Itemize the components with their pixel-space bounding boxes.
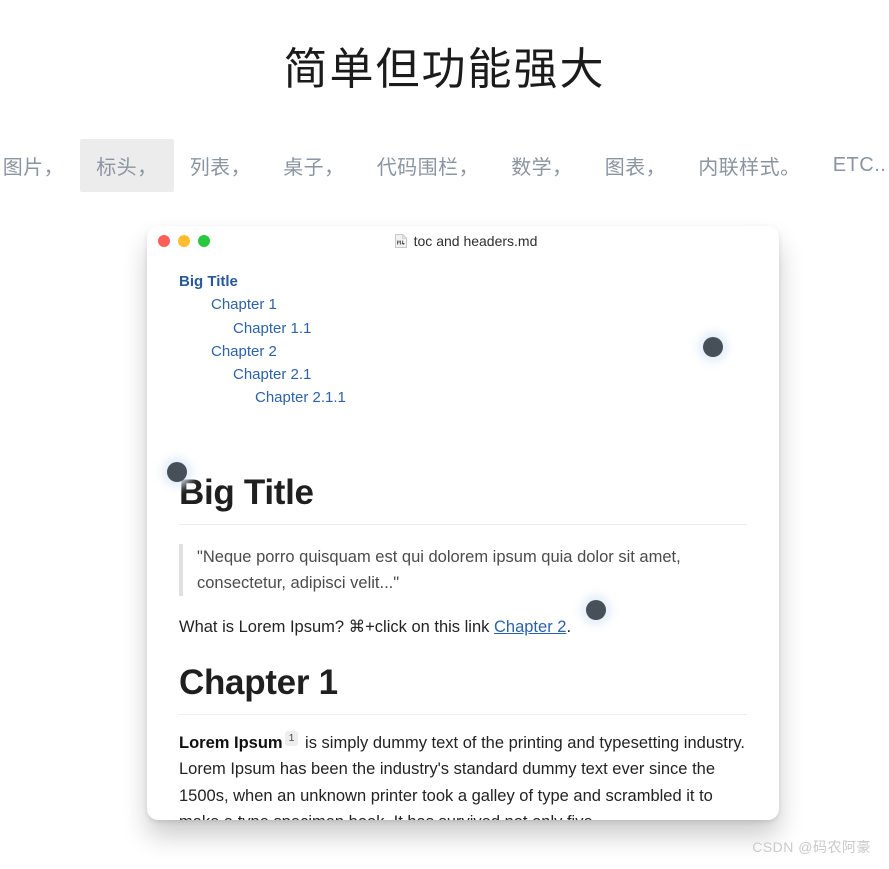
blockquote: "Neque porro quisquam est qui dolorem ip… [179,544,745,597]
toc-link-chapter-2[interactable]: Chapter 2 [179,340,747,363]
document-content: Big Title Chapter 1 Chapter 1.1 Chapter … [147,256,779,820]
nav-item-images[interactable]: 图片， [0,139,80,192]
watermark: CSDN @码农阿豪 [752,839,871,855]
window-title-group: toc and headers.md [389,233,538,249]
toc-link-chapter-2-1-1[interactable]: Chapter 2.1.1 [179,386,747,409]
heading-rule-2 [179,713,747,715]
window-title: toc and headers.md [413,233,538,249]
close-button[interactable] [158,235,170,247]
nav-item-diagrams[interactable]: 图表， [589,139,683,192]
footnote-reference[interactable]: 1 [284,731,299,746]
nav-item-inline-styles[interactable]: 内联样式。 [682,139,817,192]
feature-nav: 图片， 标头， 列表， 桌子， 代码围栏， 数学， 图表， 内联样式。 ETC.… [0,138,889,192]
nav-item-tables[interactable]: 桌子， [267,139,361,192]
toc-link-big-title[interactable]: Big Title [179,270,747,293]
heading-rule-1 [179,524,747,526]
chapter-2-link[interactable]: Chapter 2 [494,618,566,636]
traffic-lights [158,235,210,247]
heading-big-title: Big Title [179,472,314,512]
toc-link-chapter-1-1[interactable]: Chapter 1.1 [179,317,747,340]
link-paragraph-suffix: . [566,618,572,637]
maximize-button[interactable] [198,235,210,247]
window-titlebar: toc and headers.md [147,226,779,256]
nav-item-headers[interactable]: 标头， [80,138,174,192]
page-title: 简单但功能强大 [283,45,606,94]
body-paragraph: Lorem Ipsum 1 is simply dummy text of the… [179,730,747,820]
minimize-button[interactable] [178,235,190,247]
toc-link-chapter-2-1[interactable]: Chapter 2.1 [179,363,747,386]
app-window: toc and headers.md Big Title Chapter 1 C… [147,226,779,820]
nav-item-etc[interactable]: ETC.. [817,142,889,189]
nav-item-math[interactable]: 数学， [495,139,589,192]
link-paragraph-prefix: What is Lorem Ipsum? ⌘+click on this lin… [179,618,494,637]
nav-item-code-fences[interactable]: 代码围栏， [361,139,496,192]
toc-link-chapter-1[interactable]: Chapter 1 [179,293,747,316]
link-paragraph: What is Lorem Ipsum? ⌘+click on this lin… [179,614,747,641]
heading-chapter-1: Chapter 1 [179,662,338,702]
nav-item-lists[interactable]: 列表， [174,139,268,192]
markdown-file-icon [394,234,407,248]
table-of-contents: Big Title Chapter 1 Chapter 1.1 Chapter … [179,270,747,410]
body-bold-lead: Lorem Ipsum [179,733,283,752]
